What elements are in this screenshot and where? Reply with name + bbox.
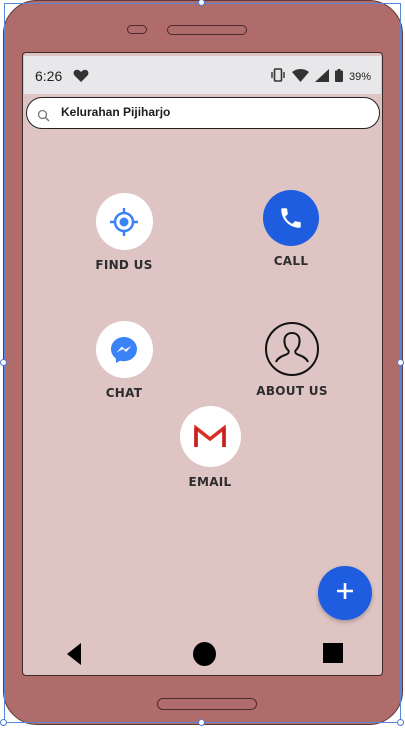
wifi-icon — [291, 67, 309, 86]
search-value: Kelurahan Pijiharjo — [61, 105, 171, 119]
home-icon[interactable] — [193, 642, 216, 666]
call-label: CALL — [273, 254, 309, 268]
status-time: 6:26 — [35, 68, 63, 84]
signal-icon — [314, 67, 329, 86]
resize-handle-left[interactable] — [0, 359, 7, 366]
vibrate-icon — [270, 67, 286, 86]
bottom-speaker — [157, 698, 257, 710]
status-bar: 6:26 39% — [24, 56, 381, 94]
plus-icon — [335, 581, 355, 605]
messenger-icon — [95, 321, 153, 378]
front-camera — [127, 25, 147, 34]
location-target-icon — [95, 193, 153, 250]
battery-icon — [334, 67, 343, 86]
heart-icon — [73, 68, 89, 87]
email-button[interactable]: EMAIL — [172, 406, 248, 489]
phone-icon — [263, 190, 319, 246]
find-us-button[interactable]: FIND US — [86, 193, 162, 272]
email-label: EMAIL — [188, 475, 232, 489]
search-icon — [37, 107, 50, 126]
resize-handle-bottom-left[interactable] — [0, 719, 7, 726]
about-us-button[interactable]: ABOUT US — [252, 322, 332, 398]
call-button[interactable]: CALL — [254, 190, 328, 268]
find-us-label: FIND US — [95, 258, 153, 272]
add-fab-button[interactable] — [318, 566, 372, 620]
resize-handle-bottom-right[interactable] — [397, 719, 404, 726]
person-icon — [265, 322, 319, 376]
gmail-icon — [179, 406, 241, 467]
recent-apps-icon[interactable] — [323, 643, 343, 663]
about-us-label: ABOUT US — [256, 384, 328, 398]
search-input[interactable]: Kelurahan Pijiharjo — [26, 97, 380, 129]
resize-handle-bottom[interactable] — [198, 719, 205, 726]
battery-percent: 39% — [348, 70, 371, 83]
resize-handle-right[interactable] — [397, 359, 404, 366]
earpiece-speaker — [167, 25, 247, 35]
chat-button[interactable]: CHAT — [86, 321, 162, 400]
back-icon[interactable] — [67, 643, 81, 669]
chat-label: CHAT — [105, 386, 143, 400]
